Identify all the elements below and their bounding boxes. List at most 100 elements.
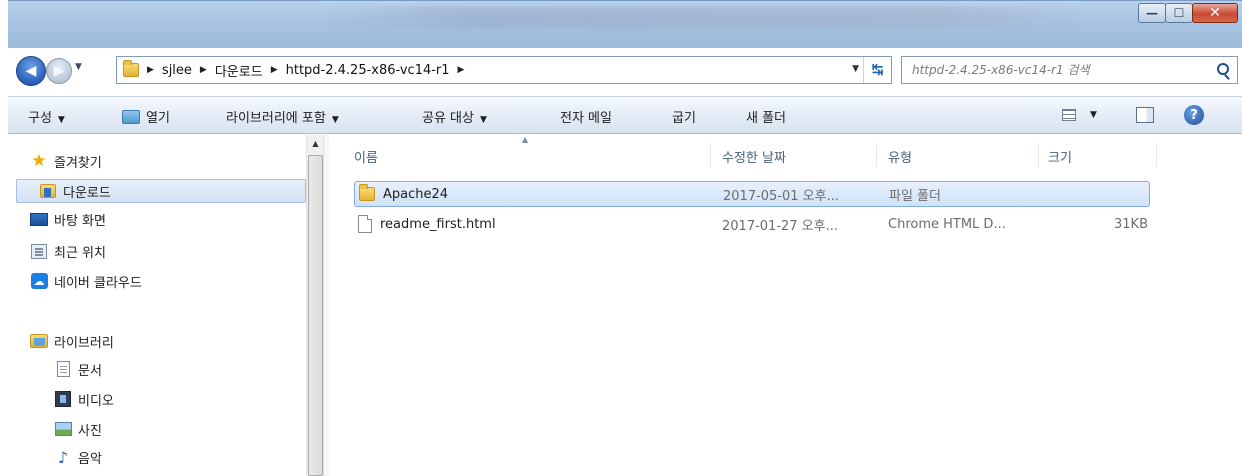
refresh-button[interactable]: ↹ [863, 57, 891, 83]
navigation-scrollbar[interactable]: ▲ [306, 135, 323, 476]
nav-item-downloads[interactable]: 다운로드 [16, 179, 306, 203]
file-list: 이름 수정한 날짜 유형 크기 Apache24 2017-05-01 오후..… [330, 135, 1242, 476]
maximize-button[interactable]: ☐ [1165, 3, 1193, 23]
minimize-icon: — [1146, 6, 1158, 20]
column-divider[interactable] [1156, 143, 1157, 167]
file-size: 31KB [1114, 216, 1148, 232]
navigation-pane: ★ 즐겨찾기 다운로드 바탕 화면 최근 위치 ☁ 네이버 클라우드 라이브러리… [8, 135, 306, 476]
address-bar[interactable]: ▶ sjlee ▶ 다운로드 ▶ httpd-2.4.25-x86-vc14-r… [116, 56, 892, 84]
open-label: 열기 [146, 111, 170, 126]
html-file-icon [358, 215, 372, 233]
search-input[interactable] [902, 58, 1202, 82]
nav-item-label: 라이브러리 [54, 335, 114, 351]
new-folder-button[interactable]: 새 폴더 [746, 107, 786, 126]
scroll-up-arrow-icon[interactable]: ▲ [307, 135, 324, 152]
email-button[interactable]: 전자 메일 [560, 107, 612, 126]
chevron-down-icon: ▼ [57, 115, 65, 125]
nav-item-label: 문서 [78, 363, 102, 379]
recent-pages-dropdown[interactable]: ▼ [75, 62, 82, 72]
file-name: Apache24 [383, 186, 449, 202]
view-options-icon[interactable] [1062, 109, 1076, 121]
burn-button[interactable]: 굽기 [672, 107, 696, 126]
chevron-down-icon: ▼ [479, 115, 487, 125]
minimize-button[interactable]: — [1138, 3, 1166, 23]
nav-item-desktop[interactable]: 바탕 화면 [30, 207, 106, 231]
breadcrumb-separator-icon[interactable]: ▶ [200, 65, 207, 75]
folder-icon [123, 60, 139, 77]
preview-pane-icon[interactable] [1136, 107, 1154, 123]
maximize-icon: ☐ [1173, 6, 1185, 20]
nav-item-label: 다운로드 [63, 185, 111, 201]
search-box [901, 56, 1238, 84]
nav-item-libraries[interactable]: 라이브러리 [30, 329, 114, 353]
nav-item-favorites[interactable]: ★ 즐겨찾기 [30, 149, 102, 173]
star-icon: ★ [31, 150, 47, 171]
help-icon[interactable]: ? [1184, 105, 1204, 125]
file-type: 파일 폴더 [889, 188, 941, 204]
breadcrumb-current-folder[interactable]: httpd-2.4.25-x86-vc14-r1 [286, 63, 450, 78]
column-divider[interactable] [876, 143, 877, 167]
column-header-type[interactable]: 유형 [888, 135, 1048, 179]
file-name-cell: Apache24 [359, 184, 449, 202]
nav-item-music[interactable]: ♪ 음악 [54, 445, 102, 469]
column-divider[interactable] [710, 143, 711, 167]
open-button[interactable]: 열기 [122, 107, 170, 126]
back-button[interactable]: ◀ [16, 56, 46, 86]
breadcrumb-separator-icon[interactable]: ▶ [458, 65, 465, 75]
downloads-folder-icon [39, 183, 57, 199]
breadcrumb-separator-icon[interactable]: ▶ [271, 65, 278, 75]
column-header-label: 유형 [888, 151, 912, 166]
nav-item-recent[interactable]: 최근 위치 [30, 239, 106, 263]
organize-button[interactable]: 구성 ▼ [28, 107, 65, 126]
pane-splitter[interactable] [323, 135, 329, 476]
document-icon [54, 361, 72, 377]
music-note-icon: ♪ [57, 447, 69, 467]
breadcrumb-downloads[interactable]: 다운로드 [215, 61, 263, 80]
file-modified: 2017-05-01 오후... [723, 188, 839, 204]
file-name: readme_first.html [380, 216, 496, 232]
library-icon [122, 110, 140, 124]
file-modified: 2017-01-27 오후... [722, 218, 838, 234]
blurred-background-tabs [323, 7, 1083, 29]
cloud-icon: ☁ [30, 273, 48, 289]
picture-icon [54, 421, 72, 437]
include-in-library-button[interactable]: 라이브러리에 포함 ▼ [226, 107, 339, 126]
chevron-down-icon[interactable]: ▼ [1090, 110, 1097, 120]
forward-button[interactable]: ▶ [46, 58, 72, 84]
include-in-library-label: 라이브러리에 포함 [226, 111, 326, 126]
breadcrumb-sjlee[interactable]: sjlee [162, 63, 192, 78]
file-row[interactable]: readme_first.html 2017-01-27 오후... Chrom… [354, 211, 1150, 237]
nav-item-label: 최근 위치 [54, 245, 106, 261]
column-header-label: 크기 [1048, 151, 1072, 166]
forward-arrow-icon: ▶ [53, 63, 65, 79]
column-header-size[interactable]: 크기 [1048, 135, 1148, 179]
column-divider[interactable] [1038, 143, 1039, 167]
column-header-label: 수정한 날짜 [722, 151, 786, 166]
close-button[interactable]: ✕ [1192, 3, 1238, 23]
file-row[interactable]: Apache24 2017-05-01 오후... 파일 폴더 [354, 181, 1150, 207]
nav-item-pictures[interactable]: 사진 [54, 417, 102, 441]
organize-label: 구성 [28, 111, 52, 126]
nav-item-documents[interactable]: 문서 [54, 357, 102, 381]
command-bar: 구성 ▼ 열기 라이브러리에 포함 ▼ 공유 대상 ▼ 전자 메일 굽기 새 폴더 ▼… [8, 96, 1242, 134]
explorer-window: — ☐ ✕ ◀ ▶ ▼ ▶ sjlee ▶ 다운로드 ▶ httpd-2.4.2… [8, 0, 1242, 476]
search-icon[interactable] [1217, 63, 1229, 75]
address-dropdown-icon[interactable]: ▼ [852, 64, 859, 74]
nav-item-videos[interactable]: 비디오 [54, 387, 114, 411]
nav-item-label: 네이버 클라우드 [54, 275, 142, 291]
file-name-cell: readme_first.html [358, 215, 496, 233]
back-arrow-icon: ◀ [25, 63, 37, 79]
scroll-thumb[interactable] [308, 155, 323, 476]
share-with-button[interactable]: 공유 대상 ▼ [422, 107, 487, 126]
column-header-modified[interactable]: 수정한 날짜 [722, 135, 882, 179]
breadcrumb-separator-icon[interactable]: ▶ [147, 65, 154, 75]
nav-item-naver-cloud[interactable]: ☁ 네이버 클라우드 [30, 269, 142, 293]
window-controls: — ☐ ✕ [1138, 3, 1238, 23]
nav-item-label: 즐겨찾기 [54, 155, 102, 171]
desktop-icon [30, 211, 48, 227]
close-icon: ✕ [1209, 5, 1221, 21]
column-header-name[interactable]: 이름 [354, 135, 724, 179]
column-header-label: 이름 [354, 151, 378, 166]
title-bar[interactable]: — ☐ ✕ [8, 0, 1242, 48]
file-type: Chrome HTML D... [888, 216, 1006, 232]
